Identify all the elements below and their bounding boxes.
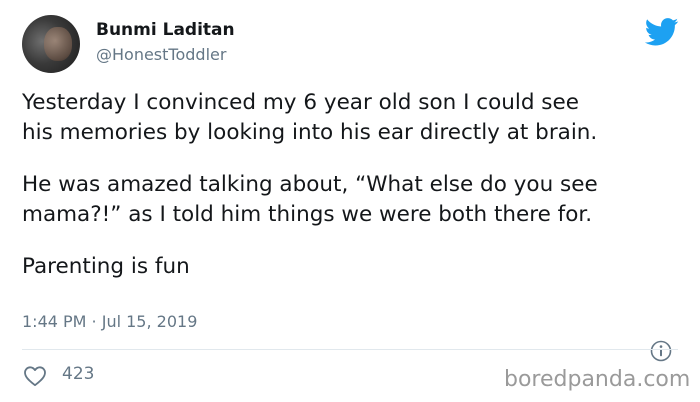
tweet-text: Yesterday I convinced my 6 year old son …: [22, 88, 682, 304]
tweet-paragraph-3: Parenting is fun: [22, 254, 190, 279]
avatar[interactable]: [22, 15, 80, 73]
tweet-paragraph-1: Yesterday I convinced my 6 year old son …: [22, 90, 598, 145]
tweet-timestamp[interactable]: 1:44 PM · Jul 15, 2019: [22, 312, 197, 331]
info-icon[interactable]: [650, 340, 672, 362]
twitter-bird-icon[interactable]: [645, 18, 679, 46]
author-name[interactable]: Bunmi Laditan: [96, 20, 235, 40]
author-handle[interactable]: @HonestToddler: [96, 45, 226, 64]
watermark: boredpanda.com: [504, 367, 691, 392]
tweet-paragraph-2: He was amazed talking about, “What else …: [22, 172, 598, 227]
like-count[interactable]: 423: [62, 364, 94, 384]
divider: [22, 349, 678, 350]
heart-icon[interactable]: [23, 365, 47, 387]
